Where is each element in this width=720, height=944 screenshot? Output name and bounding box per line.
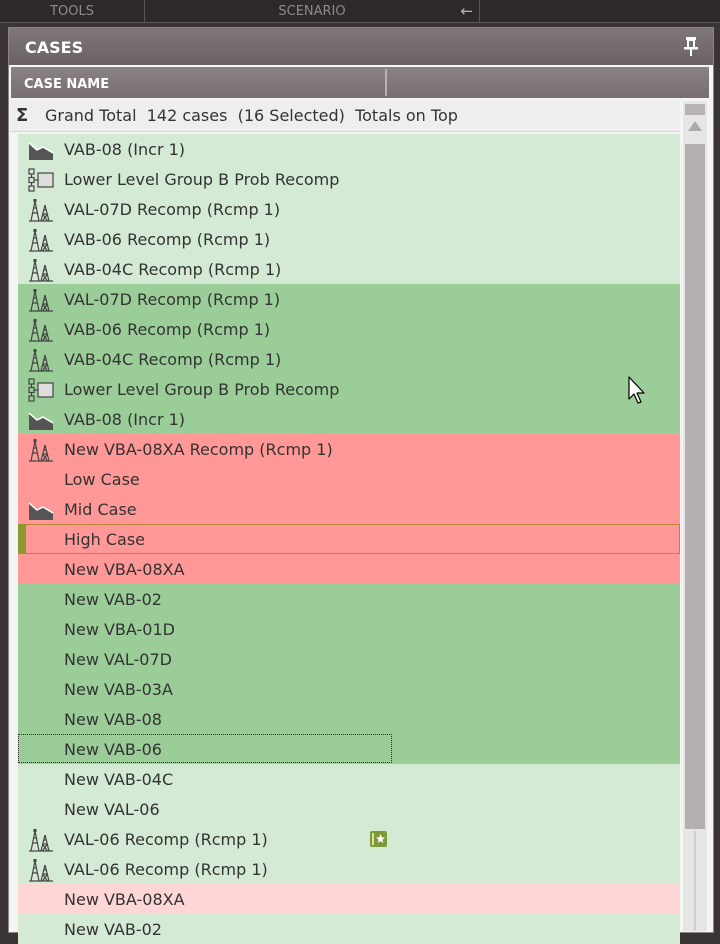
case-row-label: New VAB-03A xyxy=(64,680,173,699)
group-tree-icon xyxy=(28,378,54,402)
case-row-label: New VAL-07D xyxy=(64,650,172,669)
decline-curve-icon xyxy=(28,498,54,522)
case-row[interactable]: New VBA-08XA xyxy=(18,554,680,584)
case-row-label: VAL-06 Recomp (Rcmp 1) xyxy=(64,830,268,849)
panel-header: CASES xyxy=(9,28,713,65)
scroll-up-icon[interactable] xyxy=(688,121,702,131)
case-row-label: VAB-08 (Incr 1) xyxy=(64,410,186,429)
oil-rig-icon xyxy=(28,858,54,882)
case-row-label: New VAL-06 xyxy=(64,800,160,819)
oil-rig-icon xyxy=(28,828,54,852)
case-row-label: High Case xyxy=(64,530,146,549)
case-row[interactable]: Low Case xyxy=(18,464,680,494)
case-row-label: VAB-08 (Incr 1) xyxy=(64,140,186,159)
oil-rig-icon xyxy=(28,198,54,222)
case-row[interactable]: VAL-06 Recomp (Rcmp 1) xyxy=(18,854,680,884)
vertical-scrollbar[interactable] xyxy=(683,101,707,931)
case-row[interactable]: VAB-04C Recomp (Rcmp 1) xyxy=(18,254,680,284)
case-row[interactable]: New VBA-08XA xyxy=(18,884,680,914)
case-row[interactable]: VAL-07D Recomp (Rcmp 1) xyxy=(18,194,680,224)
column-header-case-name[interactable]: CASE NAME xyxy=(24,77,109,92)
case-row-label: Lower Level Group B Prob Recomp xyxy=(64,170,340,189)
case-row[interactable]: New VBA-01D xyxy=(18,614,680,644)
case-row[interactable]: VAB-06 Recomp (Rcmp 1) xyxy=(18,224,680,254)
top-toolbar: TOOLS SCENARIO ← xyxy=(0,0,720,23)
case-row[interactable]: New VAB-08 xyxy=(18,704,680,734)
decline-curve-icon xyxy=(28,408,54,432)
case-row-label: VAL-07D Recomp (Rcmp 1) xyxy=(64,290,281,309)
case-row[interactable]: New VAB-04C xyxy=(18,764,680,794)
case-row[interactable]: New VBA-08XA Recomp (Rcmp 1) xyxy=(18,434,680,464)
case-row-label: New VAB-08 xyxy=(64,710,162,729)
pin-icon[interactable] xyxy=(683,35,699,57)
oil-rig-icon xyxy=(28,318,54,342)
decline-curve-icon xyxy=(28,138,54,162)
case-row[interactable]: New VAB-02 xyxy=(18,914,680,944)
mouse-cursor-icon xyxy=(628,376,645,404)
case-row[interactable]: VAB-08 (Incr 1) xyxy=(18,404,680,434)
scroll-top-button[interactable] xyxy=(685,104,705,115)
case-row-label: New VBA-08XA xyxy=(64,560,185,579)
column-resize-handle[interactable] xyxy=(385,69,387,96)
case-row[interactable]: High Case xyxy=(18,524,680,554)
case-row[interactable]: Lower Level Group B Prob Recomp xyxy=(18,374,680,404)
case-row-label: VAL-07D Recomp (Rcmp 1) xyxy=(64,200,281,219)
case-row[interactable]: VAL-06 Recomp (Rcmp 1) xyxy=(18,824,680,854)
tab-tools[interactable]: TOOLS xyxy=(0,0,145,22)
selection-marker xyxy=(18,524,26,554)
case-row-label: Low Case xyxy=(64,470,140,489)
case-row-label: Mid Case xyxy=(64,500,137,519)
column-header-row: CASE NAME xyxy=(11,67,709,98)
case-row[interactable]: Mid Case xyxy=(18,494,680,524)
oil-rig-icon xyxy=(28,438,54,462)
oil-rig-icon xyxy=(28,348,54,372)
oil-rig-icon xyxy=(28,288,54,312)
case-row-label: New VBA-08XA Recomp (Rcmp 1) xyxy=(64,440,333,459)
case-row-label: New VAB-04C xyxy=(64,770,174,789)
oil-rig-icon xyxy=(28,258,54,282)
scroll-track xyxy=(694,831,696,931)
grand-total-label: Grand Total 142 cases (16 Selected) Tota… xyxy=(45,106,458,125)
case-row-label: New VAB-06 xyxy=(64,740,162,759)
tab-scenario[interactable]: SCENARIO ← xyxy=(145,0,480,22)
case-row[interactable]: Lower Level Group B Prob Recomp xyxy=(18,164,680,194)
note-star-icon[interactable] xyxy=(370,831,387,847)
grand-total-row[interactable]: Σ Grand Total 142 cases (16 Selected) To… xyxy=(10,100,680,132)
case-row[interactable]: New VAB-06 xyxy=(18,734,680,764)
case-row-label: New VAB-02 xyxy=(64,920,162,939)
arrow-left-icon[interactable]: ← xyxy=(460,0,473,23)
case-row[interactable]: VAB-06 Recomp (Rcmp 1) xyxy=(18,314,680,344)
group-tree-icon xyxy=(28,168,54,192)
case-row[interactable]: New VAL-07D xyxy=(18,644,680,674)
case-row[interactable]: New VAB-02 xyxy=(18,584,680,614)
scroll-thumb[interactable] xyxy=(685,144,705,829)
case-row-label: New VBA-01D xyxy=(64,620,175,639)
case-row-label: New VBA-08XA xyxy=(64,890,185,909)
case-row-label: VAB-06 Recomp (Rcmp 1) xyxy=(64,320,271,339)
oil-rig-icon xyxy=(28,228,54,252)
case-row[interactable]: VAB-08 (Incr 1) xyxy=(18,134,680,164)
case-list: VAB-08 (Incr 1) Lower Level Group B Prob … xyxy=(18,134,680,944)
case-row-label: VAB-04C Recomp (Rcmp 1) xyxy=(64,350,282,369)
tab-scenario-label: SCENARIO xyxy=(278,4,346,19)
case-row[interactable]: New VAL-06 xyxy=(18,794,680,824)
case-row[interactable]: VAB-04C Recomp (Rcmp 1) xyxy=(18,344,680,374)
case-row[interactable]: New VAB-03A xyxy=(18,674,680,704)
panel-title: CASES xyxy=(25,38,84,57)
case-row[interactable]: VAL-07D Recomp (Rcmp 1) xyxy=(18,284,680,314)
case-row-label: New VAB-02 xyxy=(64,590,162,609)
case-row-label: VAB-04C Recomp (Rcmp 1) xyxy=(64,260,282,279)
case-row-label: VAL-06 Recomp (Rcmp 1) xyxy=(64,860,268,879)
sigma-icon: Σ xyxy=(16,105,29,126)
case-row-label: VAB-06 Recomp (Rcmp 1) xyxy=(64,230,271,249)
case-row-label: Lower Level Group B Prob Recomp xyxy=(64,380,340,399)
